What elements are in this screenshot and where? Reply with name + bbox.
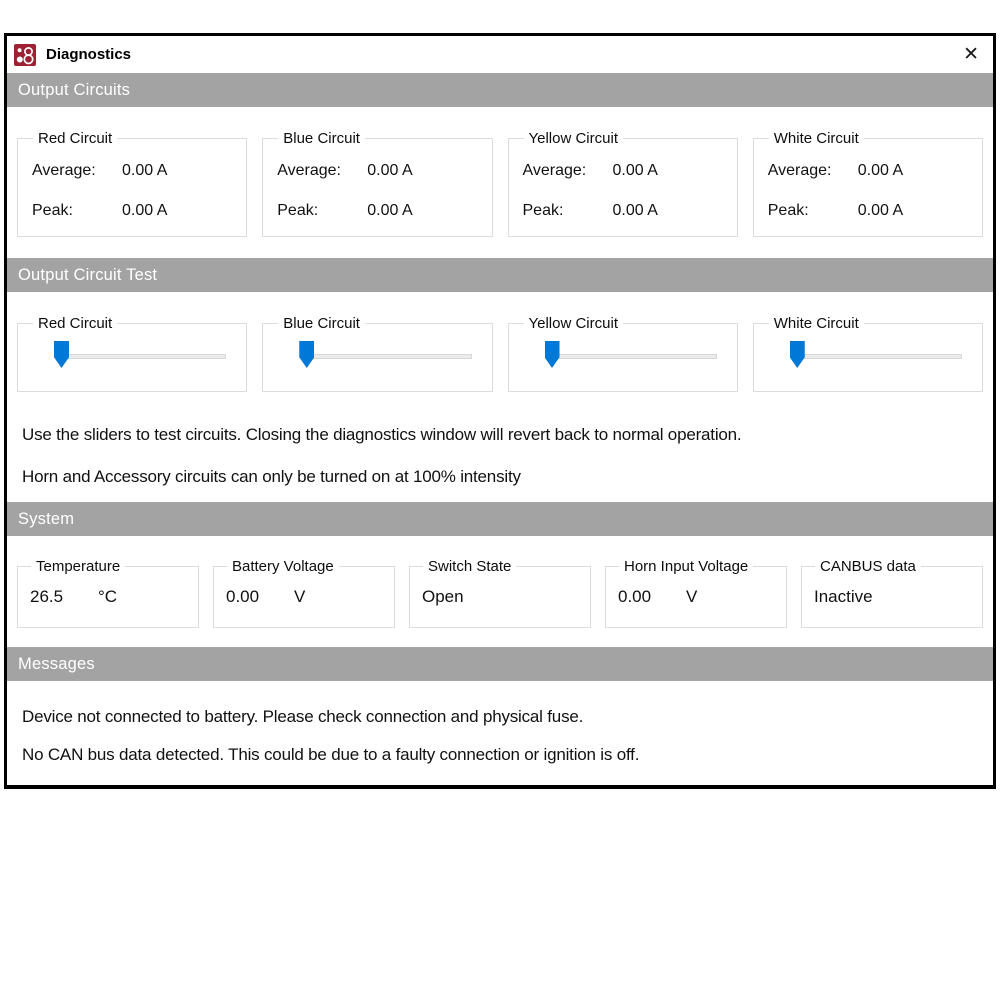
section-header-output-circuit-test: Output Circuit Test xyxy=(7,258,993,292)
slider-track[interactable] xyxy=(797,354,962,359)
horn-input-voltage-label: Horn Input Voltage xyxy=(619,558,753,575)
slider-box-yellow: Yellow Circuit xyxy=(508,315,738,392)
peak-label: Peak: xyxy=(277,202,367,220)
window-title: Diagnostics xyxy=(46,46,131,63)
peak-row: Peak: 0.00 A xyxy=(523,202,731,220)
message-battery: Device not connected to battery. Please … xyxy=(7,707,993,727)
slider-box-blue-label: Blue Circuit xyxy=(278,315,365,332)
switch-state-label: Switch State xyxy=(423,558,516,575)
peak-label: Peak: xyxy=(768,202,858,220)
average-label: Average: xyxy=(523,162,613,180)
peak-row: Peak: 0.00 A xyxy=(32,202,240,220)
slider-thumb-blue[interactable] xyxy=(299,341,314,368)
average-value: 0.00 A xyxy=(858,162,903,180)
average-label: Average: xyxy=(768,162,858,180)
average-row: Average: 0.00 A xyxy=(32,162,240,180)
slider-thumb-red[interactable] xyxy=(54,341,69,368)
average-value: 0.00 A xyxy=(122,162,167,180)
circuit-box-white: White Circuit Average: 0.00 A Peak: 0.00… xyxy=(753,130,983,237)
slider-thumb-white[interactable] xyxy=(790,341,805,368)
switch-state-value: Open xyxy=(422,587,474,607)
slider-box-white-label: White Circuit xyxy=(769,315,864,332)
system-box-battery-voltage: Battery Voltage 0.00 V xyxy=(213,558,395,628)
slider-track[interactable] xyxy=(61,354,226,359)
system-box-temperature: Temperature 26.5 °C xyxy=(17,558,199,628)
diagnostics-window: Diagnostics ✕ Output Circuits Red Circui… xyxy=(4,33,996,789)
temperature-value-row: 26.5 °C xyxy=(30,587,192,607)
section-header-output-circuits: Output Circuits xyxy=(7,73,993,107)
temperature-unit: °C xyxy=(98,587,117,607)
circuit-test-row: Red Circuit Blue Circuit Yellow Circuit … xyxy=(17,315,983,392)
section-header-messages: Messages xyxy=(7,647,993,681)
battery-voltage-value-row: 0.00 V xyxy=(226,587,388,607)
average-row: Average: 0.00 A xyxy=(768,162,976,180)
circuit-box-blue: Blue Circuit Average: 0.00 A Peak: 0.00 … xyxy=(262,130,492,237)
horn-input-voltage-value-row: 0.00 V xyxy=(618,587,780,607)
battery-voltage-value: 0.00 xyxy=(226,587,278,607)
switch-state-value-row: Open xyxy=(422,587,584,607)
close-button[interactable]: ✕ xyxy=(963,45,979,64)
slider-track[interactable] xyxy=(552,354,717,359)
canbus-data-value: Inactive xyxy=(814,587,873,607)
slider-box-yellow-label: Yellow Circuit xyxy=(524,315,623,332)
peak-value: 0.00 A xyxy=(367,202,412,220)
peak-value: 0.00 A xyxy=(613,202,658,220)
slider-track[interactable] xyxy=(306,354,471,359)
red-circuit-slider[interactable] xyxy=(44,336,236,380)
system-box-canbus-data: CANBUS data Inactive xyxy=(801,558,983,628)
title-bar: Diagnostics ✕ xyxy=(7,36,993,73)
circuit-box-yellow: Yellow Circuit Average: 0.00 A Peak: 0.0… xyxy=(508,130,738,237)
peak-value: 0.00 A xyxy=(122,202,167,220)
slider-box-white: White Circuit xyxy=(753,315,983,392)
horn-input-voltage-unit: V xyxy=(686,587,697,607)
horn-input-voltage-value: 0.00 xyxy=(618,587,670,607)
peak-row: Peak: 0.00 A xyxy=(277,202,485,220)
average-label: Average: xyxy=(32,162,122,180)
white-circuit-slider[interactable] xyxy=(780,336,972,380)
average-row: Average: 0.00 A xyxy=(523,162,731,180)
app-logo-icon xyxy=(14,44,36,66)
average-row: Average: 0.00 A xyxy=(277,162,485,180)
intensity-note-text: Horn and Accessory circuits can only be … xyxy=(7,467,993,487)
system-box-horn-input-voltage: Horn Input Voltage 0.00 V xyxy=(605,558,787,628)
circuit-box-red-label: Red Circuit xyxy=(33,130,117,147)
peak-label: Peak: xyxy=(32,202,122,220)
circuit-box-yellow-label: Yellow Circuit xyxy=(524,130,623,147)
section-header-system: System xyxy=(7,502,993,536)
average-label: Average: xyxy=(277,162,367,180)
system-row: Temperature 26.5 °C Battery Voltage 0.00… xyxy=(17,558,983,628)
slider-box-red-label: Red Circuit xyxy=(33,315,117,332)
battery-voltage-unit: V xyxy=(294,587,305,607)
yellow-circuit-slider[interactable] xyxy=(535,336,727,380)
slider-box-blue: Blue Circuit xyxy=(262,315,492,392)
circuit-box-white-label: White Circuit xyxy=(769,130,864,147)
average-value: 0.00 A xyxy=(613,162,658,180)
average-value: 0.00 A xyxy=(367,162,412,180)
blue-circuit-slider[interactable] xyxy=(289,336,481,380)
temperature-value: 26.5 xyxy=(30,587,82,607)
circuit-box-red: Red Circuit Average: 0.00 A Peak: 0.00 A xyxy=(17,130,247,237)
canbus-data-label: CANBUS data xyxy=(815,558,921,575)
message-canbus: No CAN bus data detected. This could be … xyxy=(7,745,993,765)
temperature-label: Temperature xyxy=(31,558,125,575)
system-box-switch-state: Switch State Open xyxy=(409,558,591,628)
peak-label: Peak: xyxy=(523,202,613,220)
canbus-data-value-row: Inactive xyxy=(814,587,976,607)
circuit-box-blue-label: Blue Circuit xyxy=(278,130,365,147)
battery-voltage-label: Battery Voltage xyxy=(227,558,339,575)
slider-box-red: Red Circuit xyxy=(17,315,247,392)
slider-instructions-text: Use the sliders to test circuits. Closin… xyxy=(7,425,993,445)
peak-row: Peak: 0.00 A xyxy=(768,202,976,220)
slider-thumb-yellow[interactable] xyxy=(545,341,560,368)
output-circuits-row: Red Circuit Average: 0.00 A Peak: 0.00 A… xyxy=(17,130,983,237)
peak-value: 0.00 A xyxy=(858,202,903,220)
